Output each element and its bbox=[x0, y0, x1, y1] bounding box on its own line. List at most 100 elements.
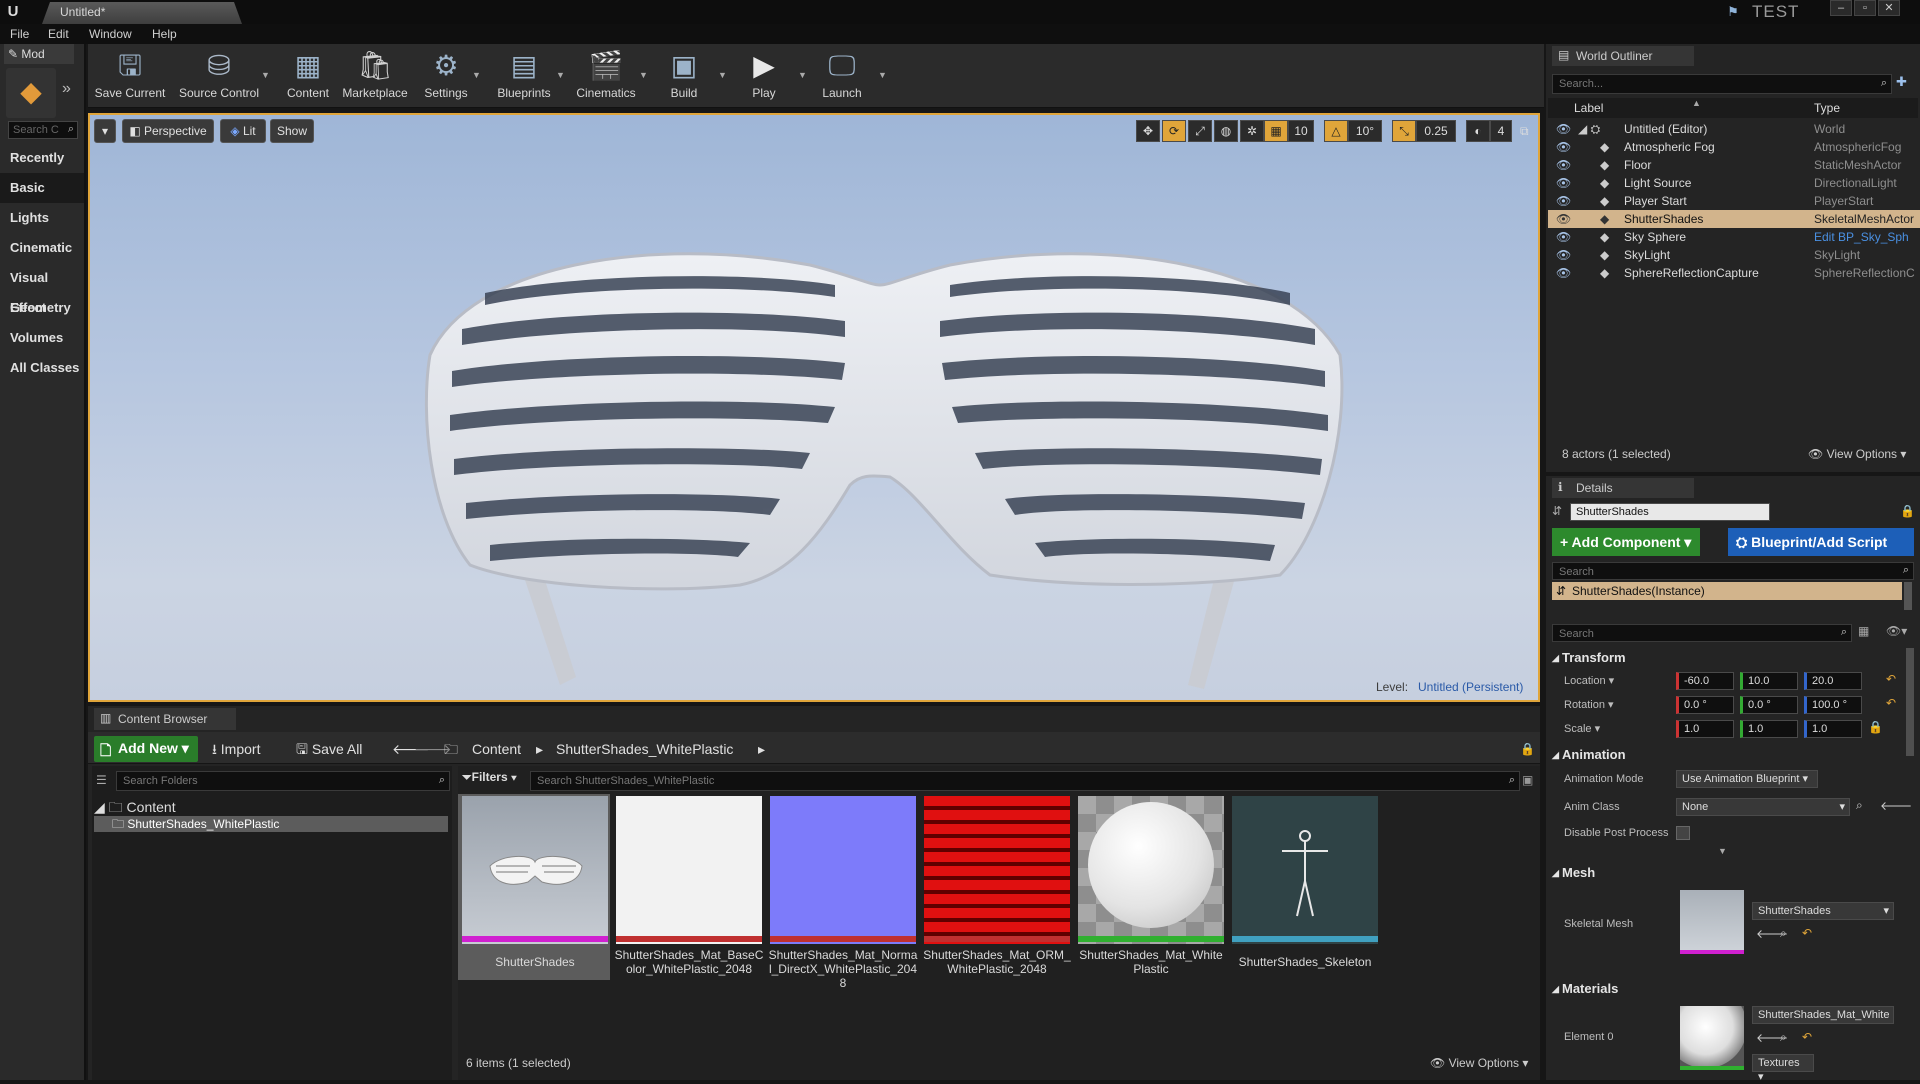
mesh-section-header[interactable]: ◢ Mesh bbox=[1548, 862, 1908, 884]
expand-advanced-icon[interactable]: ▼ bbox=[1718, 846, 1727, 856]
visibility-eye-icon[interactable]: 👁 bbox=[1556, 246, 1571, 264]
camera-speed-icon[interactable]: ◐ bbox=[1466, 120, 1490, 142]
launch-dropdown-icon[interactable]: ▼ bbox=[878, 70, 887, 80]
textures-dropdown[interactable]: Textures ▾ bbox=[1752, 1054, 1814, 1083]
import-button[interactable]: ⭳ Import bbox=[212, 736, 260, 762]
lit-button[interactable]: ◈ Lit bbox=[220, 119, 266, 143]
outliner-row[interactable]: 👁 ◆ SkyLight SkyLight bbox=[1548, 246, 1920, 264]
visibility-eye-icon[interactable]: 👁 bbox=[1556, 174, 1571, 192]
level-viewport[interactable] bbox=[88, 113, 1540, 702]
location-x-field[interactable]: -60.0 bbox=[1676, 672, 1734, 690]
outliner-row[interactable]: 👁 ◆ Sky Sphere Edit BP_Sky_Sph bbox=[1548, 228, 1920, 246]
category-cinematic[interactable]: Cinematic bbox=[0, 233, 84, 263]
outliner-row[interactable]: 👁 ◆ Atmospheric Fog AtmosphericFog bbox=[1548, 138, 1920, 156]
viewport-options-button[interactable]: ▾ bbox=[94, 119, 116, 143]
world-space-icon[interactable]: ◍ bbox=[1214, 120, 1238, 142]
outliner-row[interactable]: 👁 ◆ Light Source DirectionalLight bbox=[1548, 174, 1920, 192]
scale-x-field[interactable]: 1.0 bbox=[1676, 720, 1734, 738]
play-dropdown-icon[interactable]: ▼ bbox=[798, 70, 807, 80]
blueprints-dropdown-icon[interactable]: ▼ bbox=[556, 70, 565, 80]
visibility-eye-icon[interactable]: 👁 bbox=[1556, 138, 1571, 156]
grid-snap-icon[interactable]: ▦ bbox=[1264, 120, 1288, 142]
place-mode-icon[interactable]: ◆ bbox=[6, 68, 56, 118]
outliner-row[interactable]: 👁 ◆ Floor StaticMeshActor bbox=[1548, 156, 1920, 174]
visibility-eye-icon[interactable]: 👁 bbox=[1556, 156, 1571, 174]
add-filter-icon[interactable]: ✚ bbox=[1896, 74, 1907, 90]
grid-snap-value[interactable]: 10 bbox=[1288, 120, 1314, 142]
scale-label[interactable]: Scale ▾ bbox=[1564, 722, 1600, 735]
search-assets-input[interactable]: Search ShutterShades_WhitePlastic ⌕ bbox=[530, 771, 1520, 791]
disable-post-process-checkbox[interactable] bbox=[1676, 826, 1690, 840]
skeletal-mesh-thumbnail[interactable] bbox=[1680, 890, 1744, 954]
materials-section-header[interactable]: ◢ Materials bbox=[1548, 978, 1908, 1000]
reset-icon[interactable]: ↶ bbox=[1802, 926, 1812, 940]
details-search-input[interactable]: Search ⌕ bbox=[1552, 624, 1852, 642]
lock-scale-icon[interactable]: 🔒 bbox=[1868, 720, 1883, 734]
category-geometry[interactable]: Geometry bbox=[0, 293, 84, 323]
rotation-label[interactable]: Rotation ▾ bbox=[1564, 698, 1614, 711]
perspective-button[interactable]: ◧ Perspective bbox=[122, 119, 214, 143]
notification-icon[interactable]: ⚑ bbox=[1723, 2, 1743, 22]
scale-y-field[interactable]: 1.0 bbox=[1740, 720, 1798, 738]
marketplace-button[interactable]: 🛍 Marketplace bbox=[340, 46, 410, 106]
menu-edit[interactable]: Edit bbox=[48, 24, 69, 44]
add-new-button[interactable]: 🗋 Add New ▾ bbox=[94, 736, 198, 762]
column-label-header[interactable]: Label bbox=[1574, 101, 1603, 115]
animation-mode-select[interactable]: Use Animation Blueprint ▾ bbox=[1676, 770, 1818, 788]
reset-icon[interactable]: ↶ bbox=[1802, 1030, 1812, 1044]
filters-button[interactable]: ⏷Filters ▾ bbox=[462, 770, 517, 785]
save-all-button[interactable]: 🖫 Save All bbox=[296, 736, 362, 762]
asset-tile-skeleton[interactable] bbox=[1232, 796, 1378, 944]
rotation-z-field[interactable]: 100.0 ° bbox=[1804, 696, 1862, 714]
visibility-eye-icon[interactable]: 👁 bbox=[1556, 228, 1571, 246]
show-button[interactable]: Show bbox=[270, 119, 314, 143]
settings-button[interactable]: ⚙ Settings bbox=[418, 46, 474, 106]
save-current-button[interactable]: 🖫 Save Current bbox=[92, 46, 168, 106]
scale-snap-value[interactable]: 0.25 bbox=[1416, 120, 1456, 142]
category-recently-placed[interactable]: Recently Pla bbox=[0, 143, 84, 195]
actor-name-input[interactable]: ShutterShades bbox=[1570, 503, 1770, 521]
browse-icon[interactable]: ⌕ bbox=[1856, 798, 1863, 813]
animation-section-header[interactable]: ◢ Animation bbox=[1548, 744, 1908, 766]
view-options-button[interactable]: 👁 View Options ▾ bbox=[1430, 1056, 1528, 1070]
content-browser-tab[interactable]: ▥ Content Browser bbox=[94, 708, 236, 730]
rotation-snap-icon[interactable]: △ bbox=[1324, 120, 1348, 142]
maximize-viewport-icon[interactable]: ⧉ bbox=[1520, 124, 1529, 139]
tree-item-shuttershades[interactable]: 🗀 ShutterShades_WhitePlastic bbox=[94, 816, 448, 832]
visibility-icon[interactable]: 👁▾ bbox=[1886, 624, 1907, 638]
menu-file[interactable]: File bbox=[10, 24, 29, 44]
asset-tile-material[interactable] bbox=[1078, 796, 1224, 944]
cinematics-button[interactable]: 🎬 Cinematics bbox=[572, 46, 640, 106]
category-lights[interactable]: Lights bbox=[0, 203, 84, 233]
components-search-input[interactable]: Search ⌕ bbox=[1552, 562, 1914, 580]
path-separator-icon[interactable]: ▸ bbox=[536, 736, 543, 762]
menu-help[interactable]: Help bbox=[152, 24, 177, 44]
category-all-classes[interactable]: All Classes bbox=[0, 353, 84, 383]
asset-tile-basecolor-texture[interactable] bbox=[616, 796, 762, 944]
close-button[interactable]: ✕ bbox=[1878, 0, 1900, 16]
material-select[interactable]: ShutterShades_Mat_White bbox=[1752, 1006, 1894, 1024]
source-control-dropdown-icon[interactable]: ▼ bbox=[261, 70, 270, 80]
outliner-row[interactable]: 👁 ◢ ⛭ Untitled (Editor) World bbox=[1548, 120, 1920, 138]
minimize-button[interactable]: – bbox=[1830, 0, 1852, 16]
property-matrix-icon[interactable]: ▦ bbox=[1858, 624, 1869, 638]
path-shuttershades[interactable]: ShutterShades_WhitePlastic bbox=[556, 736, 733, 762]
visibility-eye-icon[interactable]: 👁 bbox=[1556, 264, 1571, 282]
location-z-field[interactable]: 20.0 bbox=[1804, 672, 1862, 690]
visibility-eye-icon[interactable]: 👁 bbox=[1556, 192, 1571, 210]
launch-button[interactable]: 🖵 Launch bbox=[814, 46, 870, 106]
visibility-eye-icon[interactable]: 👁 bbox=[1556, 120, 1571, 138]
settings-dropdown-icon[interactable]: ▼ bbox=[472, 70, 481, 80]
translate-tool-icon[interactable]: ✥ bbox=[1136, 120, 1160, 142]
component-instance-row[interactable]: ⇵ ShutterShades(Instance) bbox=[1552, 582, 1902, 600]
blueprints-button[interactable]: ▤ Blueprints bbox=[490, 46, 558, 106]
visibility-eye-icon[interactable]: 👁 bbox=[1556, 210, 1571, 228]
sources-toggle-icon[interactable]: ☰ bbox=[96, 773, 107, 787]
content-button[interactable]: ▦ Content bbox=[280, 46, 336, 106]
save-search-icon[interactable]: ▣ bbox=[1522, 773, 1533, 787]
outliner-row-type[interactable]: Edit BP_Sky_Sph bbox=[1814, 228, 1918, 246]
outliner-search-input[interactable]: Search... ⌕ bbox=[1552, 74, 1892, 94]
browse-icon[interactable]: ⌕ bbox=[1780, 926, 1787, 941]
scale-tool-icon[interactable]: ⤢ bbox=[1188, 120, 1212, 142]
camera-speed-value[interactable]: 4 bbox=[1490, 120, 1512, 142]
